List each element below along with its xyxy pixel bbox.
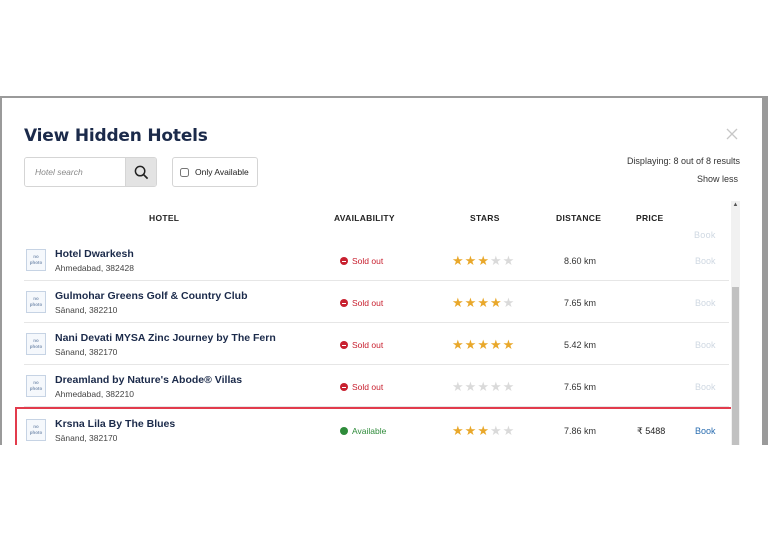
page: View Hidden Hotels Only Available Displa… — [0, 0, 768, 543]
no-photo-thumbnail: no photo — [26, 291, 46, 313]
scrollbar[interactable]: ▲ — [731, 201, 740, 445]
availability-status: Sold out — [340, 298, 383, 308]
no-photo-thumbnail: no photo — [26, 249, 46, 271]
availability-status: Sold out — [340, 382, 383, 392]
star-icon: ★ — [502, 423, 516, 438]
hotel-name[interactable]: Dreamland by Nature's Abode® Villas — [55, 374, 242, 386]
star-icon: ★ — [489, 423, 503, 438]
no-photo-thumbnail: no photo — [26, 419, 46, 441]
star-icon: ★ — [464, 423, 478, 438]
minus-circle-icon — [340, 341, 348, 349]
table-header: HOTEL AVAILABILITY STARS DISTANCE PRICE … — [24, 213, 729, 240]
hotel-distance: 7.65 km — [564, 382, 597, 392]
minus-circle-icon — [340, 383, 348, 391]
star-rating: ★★★★★ — [452, 423, 515, 439]
star-icon: ★ — [489, 337, 503, 352]
header-hotel: HOTEL — [149, 213, 180, 223]
hotel-row: no photo Nani Devati MYSA Zinc Journey by… — [24, 323, 729, 365]
star-rating: ★★★★★ — [452, 337, 515, 353]
hotel-name[interactable]: Gulmohar Greens Golf & Country Club — [55, 290, 248, 302]
star-icon: ★ — [502, 379, 516, 394]
star-icon: ★ — [477, 379, 490, 394]
hotel-distance: 7.65 km — [564, 298, 597, 308]
only-available-checkbox[interactable] — [180, 167, 189, 177]
star-icon: ★ — [464, 379, 478, 394]
hotel-distance: 5.42 km — [564, 340, 597, 350]
no-photo-thumbnail: no photo — [26, 333, 46, 355]
minus-circle-icon — [340, 299, 348, 307]
availability-label: Sold out — [352, 298, 384, 308]
results-count: Displaying: 8 out of 8 results — [626, 156, 740, 166]
star-icon: ★ — [464, 337, 478, 352]
search-button[interactable] — [125, 158, 156, 186]
star-icon: ★ — [452, 423, 465, 438]
star-rating: ★★★★★ — [452, 295, 515, 311]
only-available-label: Only Available — [195, 167, 249, 177]
hotel-search-input[interactable] — [25, 158, 125, 186]
header-availability: AVAILABILITY — [334, 213, 395, 223]
star-icon: ★ — [477, 295, 490, 310]
star-icon: ★ — [477, 423, 490, 438]
hotel-row: no photo Gulmohar Greens Golf & Country C… — [24, 281, 729, 323]
star-rating: ★★★★★ — [452, 379, 515, 395]
book-button: Book — [695, 340, 716, 350]
star-icon: ★ — [502, 337, 516, 352]
hidden-hotels-modal: View Hidden Hotels Only Available Displa… — [2, 98, 762, 445]
availability-status: Sold out — [340, 256, 383, 266]
header-stars: STARS — [470, 213, 500, 223]
check-circle-icon — [340, 427, 348, 435]
star-icon: ★ — [452, 295, 465, 310]
availability-status: Available — [340, 426, 386, 436]
hotel-address: Sānand, 382170 — [55, 347, 118, 357]
availability-label: Sold out — [352, 382, 384, 392]
book-button[interactable]: Book — [695, 426, 716, 436]
book-button: Book — [695, 382, 716, 392]
hotel-search-box — [24, 157, 157, 187]
star-icon: ★ — [452, 379, 465, 394]
hotel-distance: 8.60 km — [564, 256, 597, 266]
show-less-link[interactable]: Show less — [697, 174, 738, 184]
availability-label: Sold out — [352, 340, 384, 350]
hotel-row: no photo Dreamland by Nature's Abode® Vil… — [24, 365, 729, 407]
modal-title: View Hidden Hotels — [24, 126, 208, 146]
star-icon: ★ — [489, 379, 503, 394]
star-icon: ★ — [452, 337, 465, 352]
no-photo-thumbnail: no photo — [26, 375, 46, 397]
availability-label: Sold out — [352, 256, 384, 266]
hotel-address: Sānand, 382170 — [55, 433, 118, 443]
book-button: Book — [695, 256, 716, 266]
star-icon: ★ — [502, 295, 516, 310]
availability-label: Available — [352, 426, 387, 436]
hotel-address: Ahmedabad, 382428 — [55, 263, 134, 273]
star-icon: ★ — [477, 253, 490, 268]
minus-circle-icon — [340, 257, 348, 265]
search-icon — [134, 165, 148, 179]
star-icon: ★ — [452, 253, 465, 268]
star-icon: ★ — [489, 295, 503, 310]
header-price: PRICE — [636, 213, 664, 223]
availability-status: Sold out — [340, 340, 383, 350]
close-icon[interactable] — [724, 126, 740, 142]
header-distance: DISTANCE — [556, 213, 602, 223]
star-rating: ★★★★★ — [452, 253, 515, 269]
hotel-distance: 7.86 km — [564, 426, 597, 436]
hotel-row: no photo Hotel Dwarkesh Ahmedabad, 382428 S… — [24, 239, 729, 281]
hotel-name[interactable]: Hotel Dwarkesh — [55, 248, 134, 260]
scroll-thumb[interactable] — [732, 287, 739, 445]
hotel-address: Ahmedabad, 382210 — [55, 389, 134, 399]
hotel-price: ₹ 5488 — [637, 426, 666, 436]
star-icon: ★ — [477, 337, 490, 352]
star-icon: ★ — [464, 295, 478, 310]
hotel-row: no photo Krsna Lila By The Blues Sānand, 3… — [15, 407, 735, 445]
hotel-address: Sānand, 382210 — [55, 305, 118, 315]
only-available-filter[interactable]: Only Available — [172, 157, 258, 187]
hotel-name[interactable]: Krsna Lila By The Blues — [55, 418, 175, 430]
hotel-name[interactable]: Nani Devati MYSA Zinc Journey by The Fer… — [55, 332, 276, 344]
star-icon: ★ — [502, 253, 516, 268]
book-button: Book — [695, 298, 716, 308]
scroll-up-arrow-icon[interactable]: ▲ — [731, 201, 740, 210]
star-icon: ★ — [464, 253, 478, 268]
star-icon: ★ — [489, 253, 503, 268]
